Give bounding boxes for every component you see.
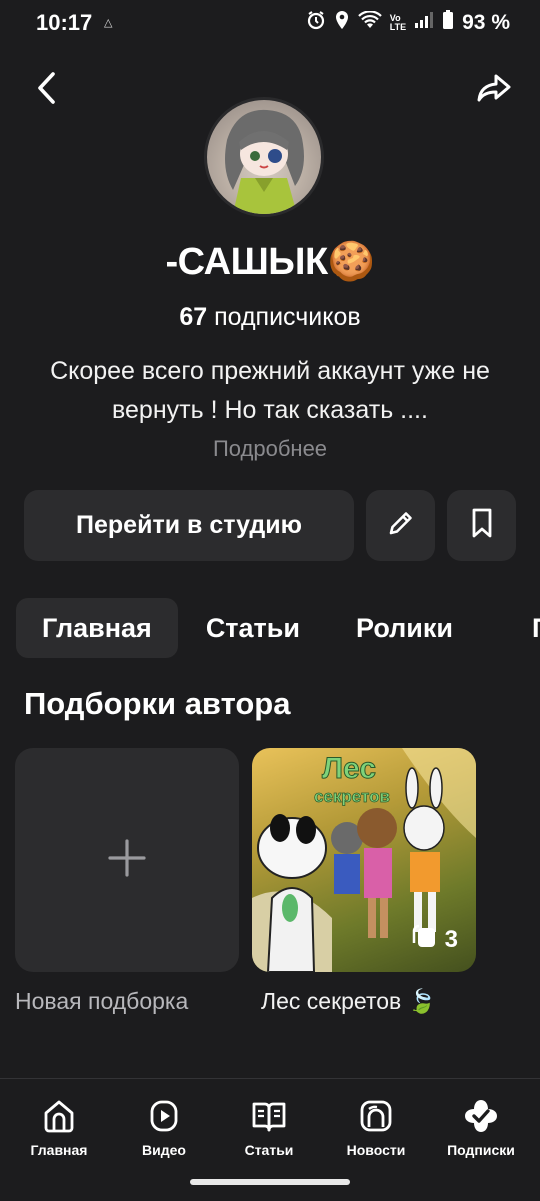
nav-home-label: Главная (30, 1142, 88, 1158)
volte-icon: Vo LTE (389, 13, 407, 32)
battery-icon (442, 10, 454, 36)
tab-articles[interactable]: Статьи (178, 598, 328, 658)
subscribers-label: подписчиков (214, 303, 361, 331)
collection-cover-title: Лес (322, 752, 376, 785)
nav-news[interactable]: Новости (326, 1097, 426, 1158)
bookmark-icon (470, 507, 494, 544)
pencil-icon (386, 508, 416, 543)
alarm-icon (306, 10, 326, 36)
share-button[interactable] (472, 68, 516, 112)
go-to-studio-button[interactable]: Перейти в студию (24, 490, 354, 561)
book-icon (250, 1102, 288, 1139)
nav-news-label: Новости (346, 1142, 406, 1158)
nav-articles[interactable]: Статьи (219, 1097, 319, 1158)
home-icon (40, 1100, 78, 1139)
stack-icon (409, 921, 439, 958)
nav-video[interactable]: Видео (114, 1097, 214, 1158)
avatar[interactable] (204, 97, 324, 217)
news-icon (357, 1100, 395, 1139)
channel-description: Скорее всего прежний аккаунт уже не верн… (50, 357, 490, 424)
nav-subscriptions-label: Подписки (447, 1142, 515, 1158)
more-link[interactable]: Подробнее (0, 436, 540, 462)
battery-percent: 93 % (462, 11, 510, 34)
subscribers-number: 67 (179, 303, 208, 331)
plus-icon (107, 838, 147, 883)
channel-name: -САШЫК🍪 (165, 241, 376, 283)
subscribers-count: 67 подписчиков (0, 303, 540, 332)
nav-video-label: Видео (142, 1142, 186, 1158)
nav-home[interactable]: Главная (9, 1097, 109, 1158)
play-icon (145, 1100, 183, 1139)
new-collection-label[interactable]: Новая подборка (15, 988, 188, 1015)
chevron-left-icon (34, 70, 58, 111)
back-button[interactable] (24, 68, 68, 112)
channel-tabs: Главная Статьи Ролики (16, 598, 481, 658)
location-icon (334, 10, 350, 36)
tab-overflow-indicator[interactable]: П (532, 598, 540, 658)
tab-clips[interactable]: Ролики (328, 598, 481, 658)
alert-icon: △ (104, 17, 113, 29)
bookmark-button[interactable] (447, 490, 516, 561)
subscriptions-icon (462, 1100, 500, 1139)
signal-icon (414, 11, 434, 35)
home-indicator[interactable] (190, 1179, 350, 1185)
avatar-character-image (225, 109, 304, 214)
section-title: Подборки автора (24, 686, 291, 721)
share-icon (476, 73, 512, 108)
edit-button[interactable] (366, 490, 435, 561)
collection-label[interactable]: Лес секретов 🍃 (261, 988, 436, 1015)
new-collection-card[interactable] (15, 748, 239, 972)
status-icons: Vo LTE 93 % (306, 10, 510, 36)
nav-articles-label: Статьи (244, 1142, 294, 1158)
nav-subscriptions[interactable]: Подписки (431, 1097, 531, 1158)
collection-cover-subtitle: секретов (314, 787, 390, 806)
collection-card[interactable]: Лес секретов 3 (252, 748, 476, 972)
status-time: 10:17 (36, 10, 93, 35)
tab-main[interactable]: Главная (16, 598, 178, 658)
collection-count: 3 (444, 925, 458, 953)
collection-count-badge: 3 (409, 921, 458, 958)
wifi-icon (358, 10, 382, 35)
